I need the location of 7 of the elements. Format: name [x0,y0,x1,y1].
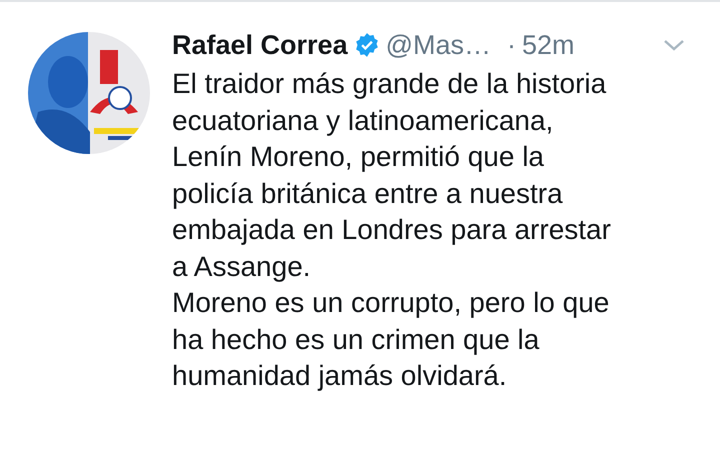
author-name[interactable]: Rafael Correa [172,30,348,60]
separator-dot: · [507,30,516,60]
tweet-time[interactable]: 52m [522,30,575,60]
user-handle[interactable]: @Mas… [386,30,492,60]
tweet-text: Moreno es un corrupto, pero lo que ha hecho es un crimen que la humanidad jamás olvidará. [172,286,610,393]
tweet-text: El traidor más grande de la historia ecuatoriana y latinoamericana, Lenín Moreno, permitió que la policía británica entre a nuestra embajada en Londres para arrestar a Assange. [172,67,612,284]
chevron-down-icon[interactable] [662,38,686,52]
